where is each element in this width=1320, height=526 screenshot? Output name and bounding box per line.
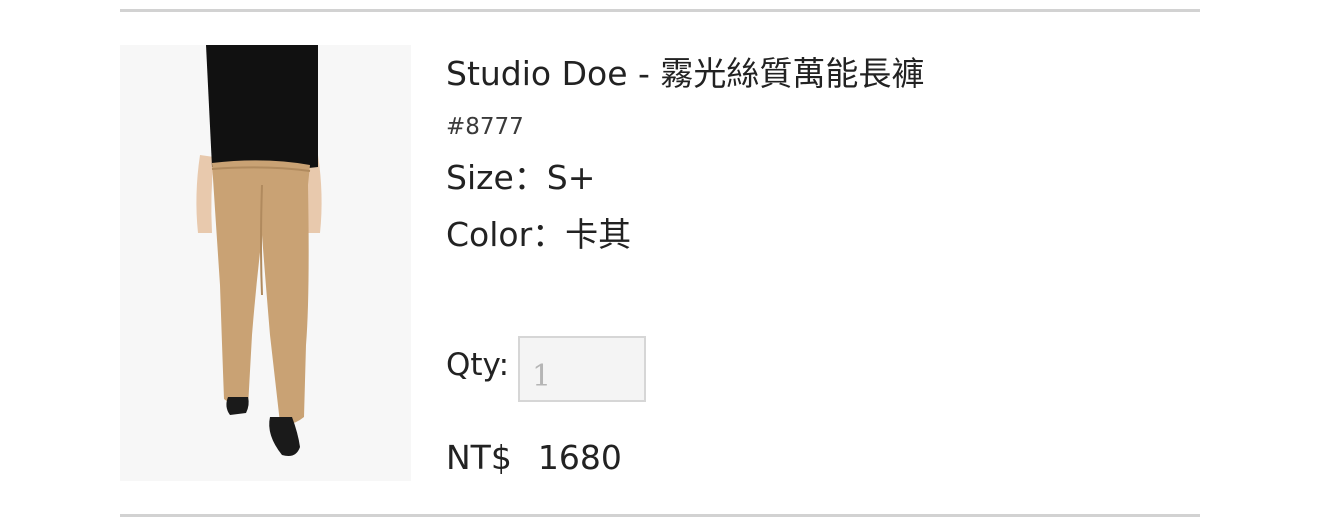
size-value: S+	[546, 158, 596, 197]
bottom-divider	[120, 514, 1200, 517]
product-title[interactable]: Studio Doe - 霧光絲質萬能長褲	[446, 52, 924, 96]
price-currency: NT$	[446, 438, 512, 477]
color-label: Color：	[446, 215, 566, 254]
color-value: 卡其	[565, 215, 632, 254]
size-label: Size：	[446, 158, 547, 197]
product-photo-icon	[120, 45, 411, 481]
product-price: NT$ 1680	[446, 437, 622, 479]
top-divider	[120, 9, 1200, 12]
product-sku: #8777	[446, 114, 524, 140]
product-color: Color：卡其	[446, 214, 631, 256]
qty-label: Qty:	[446, 347, 510, 383]
product-image[interactable]	[120, 45, 411, 481]
price-value: 1680	[537, 438, 622, 477]
product-size: Size：S+	[446, 157, 595, 199]
quantity-input[interactable]	[518, 336, 646, 402]
